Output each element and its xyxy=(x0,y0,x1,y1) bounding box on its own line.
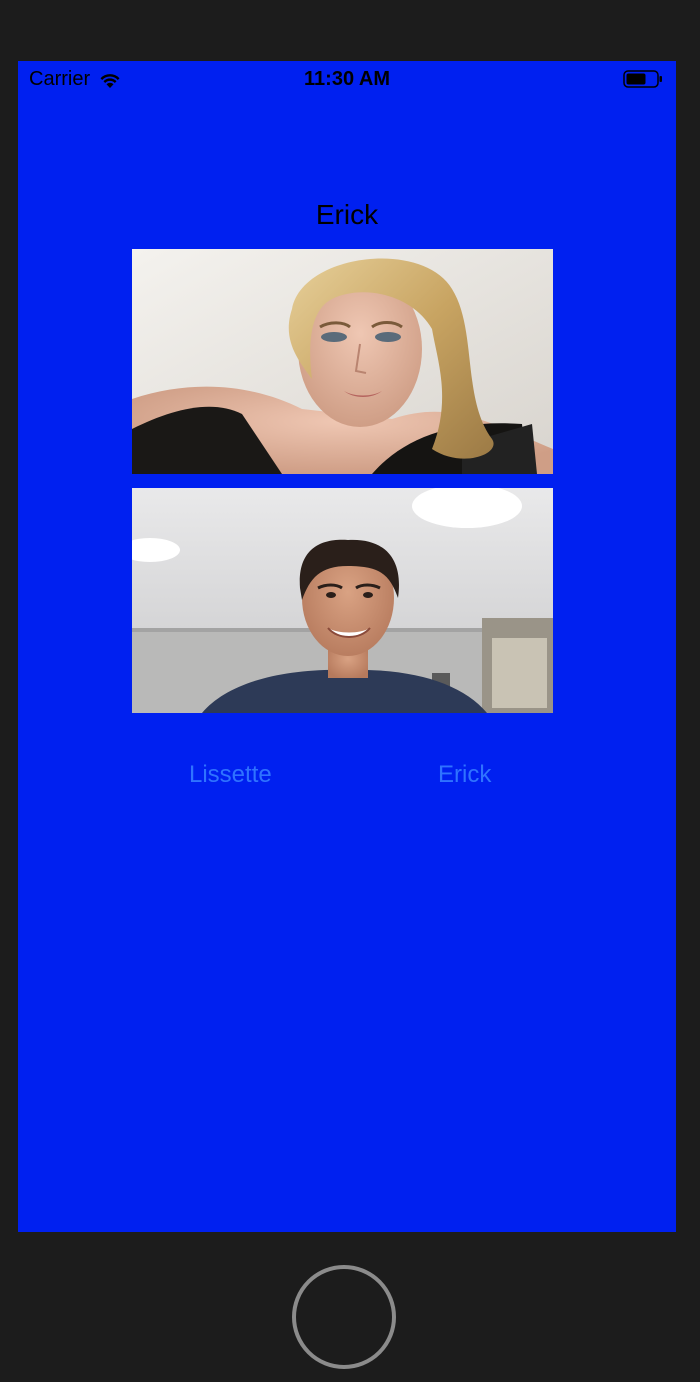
lissette-button[interactable]: Lissette xyxy=(189,761,272,789)
status-bar: Carrier 11:30 AM xyxy=(18,61,676,97)
home-button-icon[interactable] xyxy=(292,1265,396,1369)
status-time: 11:30 AM xyxy=(304,68,390,90)
page-title: Erick xyxy=(315,199,379,230)
man-selfie-photo xyxy=(132,488,553,713)
woman-portrait-photo xyxy=(132,249,553,474)
erick-button[interactable]: Erick xyxy=(438,761,491,789)
battery-icon xyxy=(623,70,662,88)
app-screen: Carrier 11:30 AM Erick Lissette Erick xyxy=(18,61,676,1232)
